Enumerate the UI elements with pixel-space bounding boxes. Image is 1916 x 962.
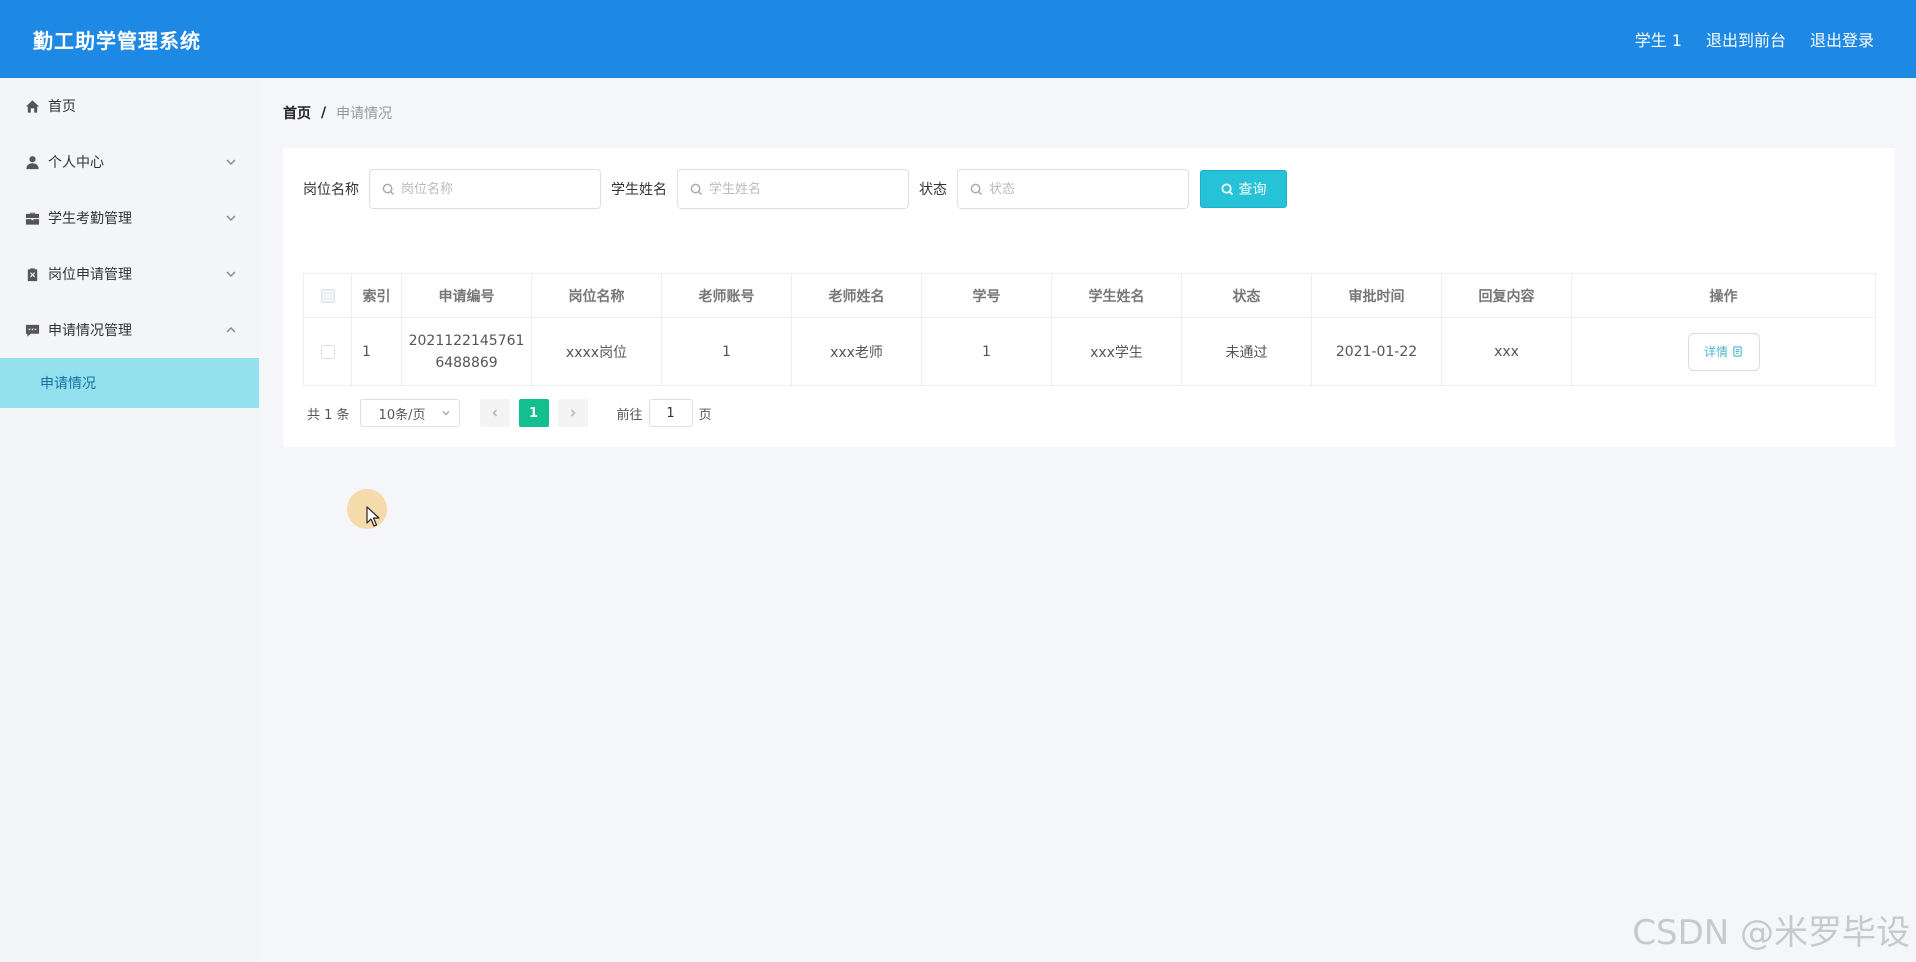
table-header-row: 索引 申请编号 岗位名称 老师账号 老师姓名 学号 学生姓名 状态 审批时间 回…: [303, 273, 1876, 318]
status-label: 状态: [919, 182, 947, 198]
column-header: 学号: [921, 273, 1052, 318]
application-id-line: 6488869: [435, 354, 498, 371]
sidebar-item-personal-center[interactable]: 个人中心: [0, 134, 259, 190]
content-card: 岗位名称 学生姓名 状态 查询 索引 申请编: [283, 148, 1895, 447]
sidebar: 首页 个人中心 学生考勤管理 岗位申请管理 申请情况管理 申请情况: [0, 78, 259, 962]
mouse-cursor-icon: [366, 506, 380, 527]
page-size-select[interactable]: 10条/页: [359, 399, 460, 427]
pagination: 共 1 条 10条/页 1 前往 1 页: [307, 399, 712, 427]
search-icon: [382, 183, 395, 195]
select-all-cell: [303, 273, 352, 318]
sidebar-item-label: 首页: [48, 99, 76, 115]
sidebar-item-home[interactable]: 首页: [0, 78, 259, 134]
cell-status: 未通过: [1181, 317, 1312, 386]
sidebar-item-label: 岗位申请管理: [48, 267, 132, 283]
cell-reply: xxx: [1441, 317, 1572, 386]
job-name-field[interactable]: [369, 169, 601, 209]
search-icon: [970, 183, 983, 195]
header-actions: 学生 1 退出到前台 退出登录: [1635, 27, 1874, 51]
student-name-input[interactable]: [709, 181, 899, 197]
home-icon: [24, 98, 40, 114]
sidebar-item-job-application[interactable]: 岗位申请管理: [0, 246, 259, 302]
detail-button[interactable]: 详情: [1687, 332, 1760, 371]
student-name-label: 学生姓名: [611, 182, 667, 198]
row-select-cell: [303, 317, 352, 386]
student-name-field[interactable]: [677, 169, 909, 209]
cell-actions: 详情: [1571, 317, 1876, 386]
document-icon: [1733, 346, 1742, 357]
job-name-input[interactable]: [401, 181, 591, 197]
column-header: 老师账号: [661, 273, 792, 318]
cell-student-id: 1: [921, 317, 1052, 386]
goto-page-input[interactable]: 1: [648, 399, 693, 427]
column-header: 学生姓名: [1051, 273, 1182, 318]
sidebar-item-label: 申请情况管理: [48, 323, 132, 339]
watermark: CSDN @米罗毕设: [1632, 913, 1910, 953]
column-header: 申请编号: [401, 273, 532, 318]
cell-student-name: xxx学生: [1051, 317, 1182, 386]
exit-to-front-link[interactable]: 退出到前台: [1706, 27, 1786, 51]
chevron-down-icon: [225, 268, 237, 280]
column-header: 岗位名称: [531, 273, 662, 318]
goto-suffix: 页: [698, 407, 712, 423]
application-table: 索引 申请编号 岗位名称 老师账号 老师姓名 学号 学生姓名 状态 审批时间 回…: [303, 273, 1876, 386]
current-user[interactable]: 学生 1: [1635, 27, 1682, 51]
sidebar-item-label: 个人中心: [48, 155, 104, 171]
job-name-label: 岗位名称: [303, 182, 359, 198]
breadcrumb-home[interactable]: 首页: [283, 103, 311, 123]
column-header: 审批时间: [1311, 273, 1442, 318]
chevron-right-icon: [570, 409, 576, 417]
cell-index: 1: [351, 317, 402, 386]
cell-approval-time: 2021-01-22: [1311, 317, 1442, 386]
sidebar-item-attendance[interactable]: 学生考勤管理: [0, 190, 259, 246]
column-header: 老师姓名: [791, 273, 922, 318]
chevron-down-icon: [442, 411, 450, 416]
status-input[interactable]: [989, 181, 1179, 197]
sidebar-subitem-application-status[interactable]: 申请情况: [0, 358, 259, 408]
column-header: 回复内容: [1441, 273, 1572, 318]
chevron-up-icon: [225, 324, 237, 336]
page-number-button[interactable]: 1: [518, 399, 549, 427]
detail-button-label: 详情: [1703, 345, 1728, 359]
breadcrumb: 首页 / 申请情况: [283, 103, 392, 123]
chevron-down-icon: [225, 212, 237, 224]
total-count: 共 1 条: [307, 407, 350, 423]
breadcrumb-separator: /: [321, 105, 327, 121]
column-header: 状态: [1181, 273, 1312, 318]
breadcrumb-current: 申请情况: [336, 106, 393, 122]
select-all-checkbox[interactable]: [320, 288, 335, 303]
cell-teacher-name: xxx老师: [791, 317, 922, 386]
table-row: 1 2021122145761 6488869 xxxx岗位 1 xxx老师 1…: [303, 317, 1876, 386]
cell-teacher-account: 1: [661, 317, 792, 386]
search-form: 岗位名称 学生姓名 状态 查询: [303, 169, 1287, 209]
cell-application-id: 2021122145761 6488869: [401, 317, 532, 386]
top-header: 勤工助学管理系统 学生 1 退出到前台 退出登录: [0, 0, 1916, 78]
chat-icon: [24, 322, 40, 338]
chevron-left-icon: [491, 409, 497, 417]
search-icon: [690, 183, 703, 195]
column-header: 操作: [1571, 273, 1876, 318]
user-icon: [24, 154, 40, 170]
briefcase-icon: [24, 210, 40, 226]
query-button-label: 查询: [1238, 182, 1267, 198]
query-button[interactable]: 查询: [1200, 170, 1287, 208]
search-icon: [1221, 183, 1233, 195]
row-checkbox[interactable]: [320, 344, 335, 359]
logout-link[interactable]: 退出登录: [1810, 27, 1874, 51]
page-size-value: 10条/页: [378, 407, 426, 423]
app-title: 勤工助学管理系统: [33, 28, 201, 53]
prev-page-button[interactable]: [479, 399, 510, 427]
status-field[interactable]: [957, 169, 1189, 209]
next-page-button[interactable]: [557, 399, 588, 427]
sidebar-item-application-status[interactable]: 申请情况管理: [0, 302, 259, 358]
sidebar-item-label: 学生考勤管理: [48, 211, 132, 227]
column-header: 索引: [351, 273, 402, 318]
chevron-down-icon: [225, 156, 237, 168]
clipboard-icon: [24, 266, 40, 282]
application-id-line: 2021122145761: [408, 332, 525, 349]
cell-job-name: xxxx岗位: [531, 317, 662, 386]
goto-prefix: 前往: [616, 407, 643, 423]
